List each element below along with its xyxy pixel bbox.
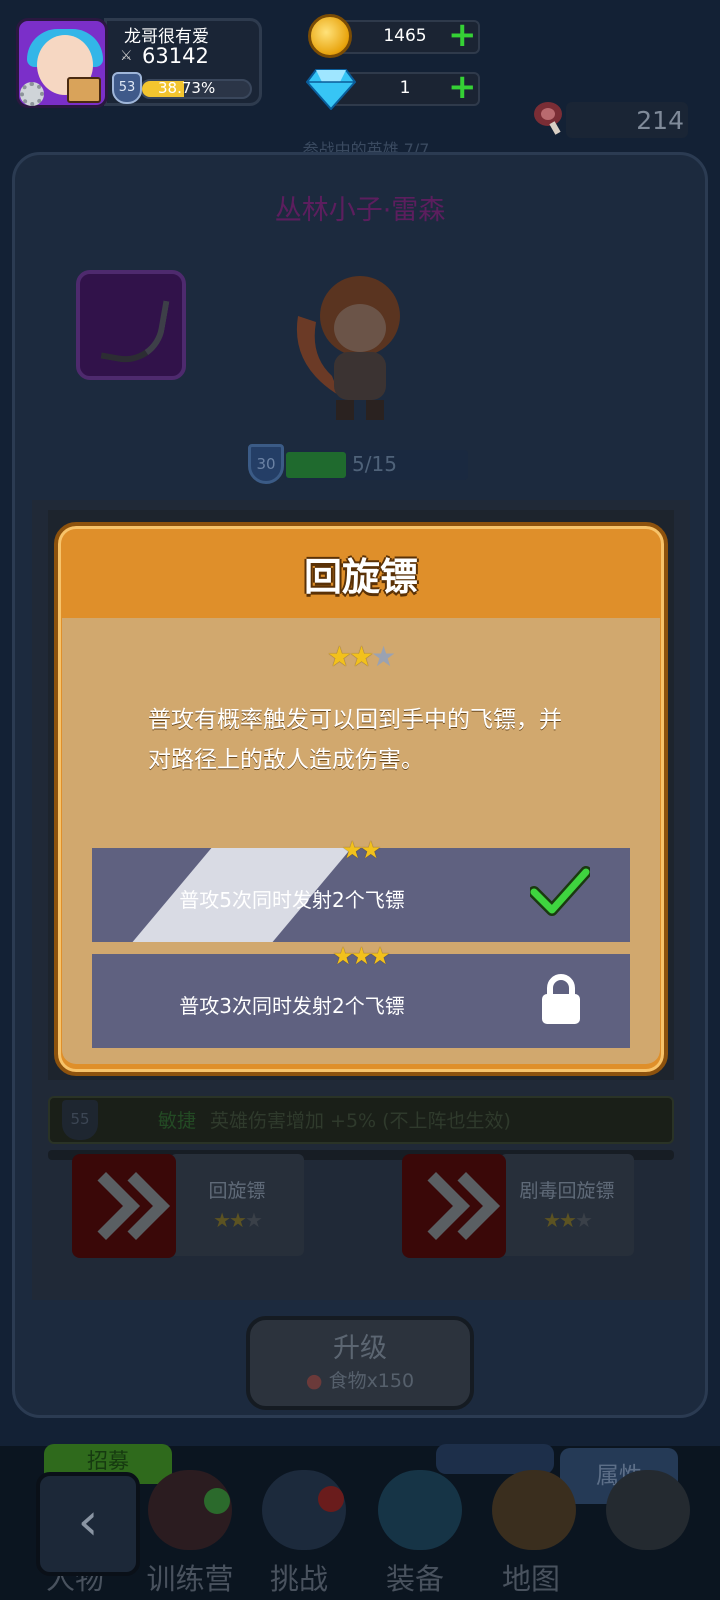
tier-text: 普攻3次同时发射2个飞镖 [179, 994, 405, 1018]
star-empty-icon: ★ [371, 640, 396, 673]
tier-stars: ★★ [341, 836, 381, 864]
star-icon: ★ [326, 640, 352, 673]
tier-stars: ★★★ [332, 942, 391, 970]
skill-description: 普攻有概率触发可以回到手中的飞镖，并对路径上的敌人造成伤害。 [148, 707, 562, 773]
game-screen: 龙哥很有爱 ⚔ 63142 53 38.73% 1465 + 1 + 214 参… [0, 0, 720, 1600]
tier-text: 普攻5次同时发射2个飞镖 [179, 888, 405, 912]
lock-icon [542, 974, 580, 1024]
skill-star-rating: ★★★ [0, 640, 720, 673]
star-icon: ★ [348, 640, 374, 673]
dialog-title: 回旋镖 [303, 555, 418, 599]
check-icon [530, 866, 590, 916]
